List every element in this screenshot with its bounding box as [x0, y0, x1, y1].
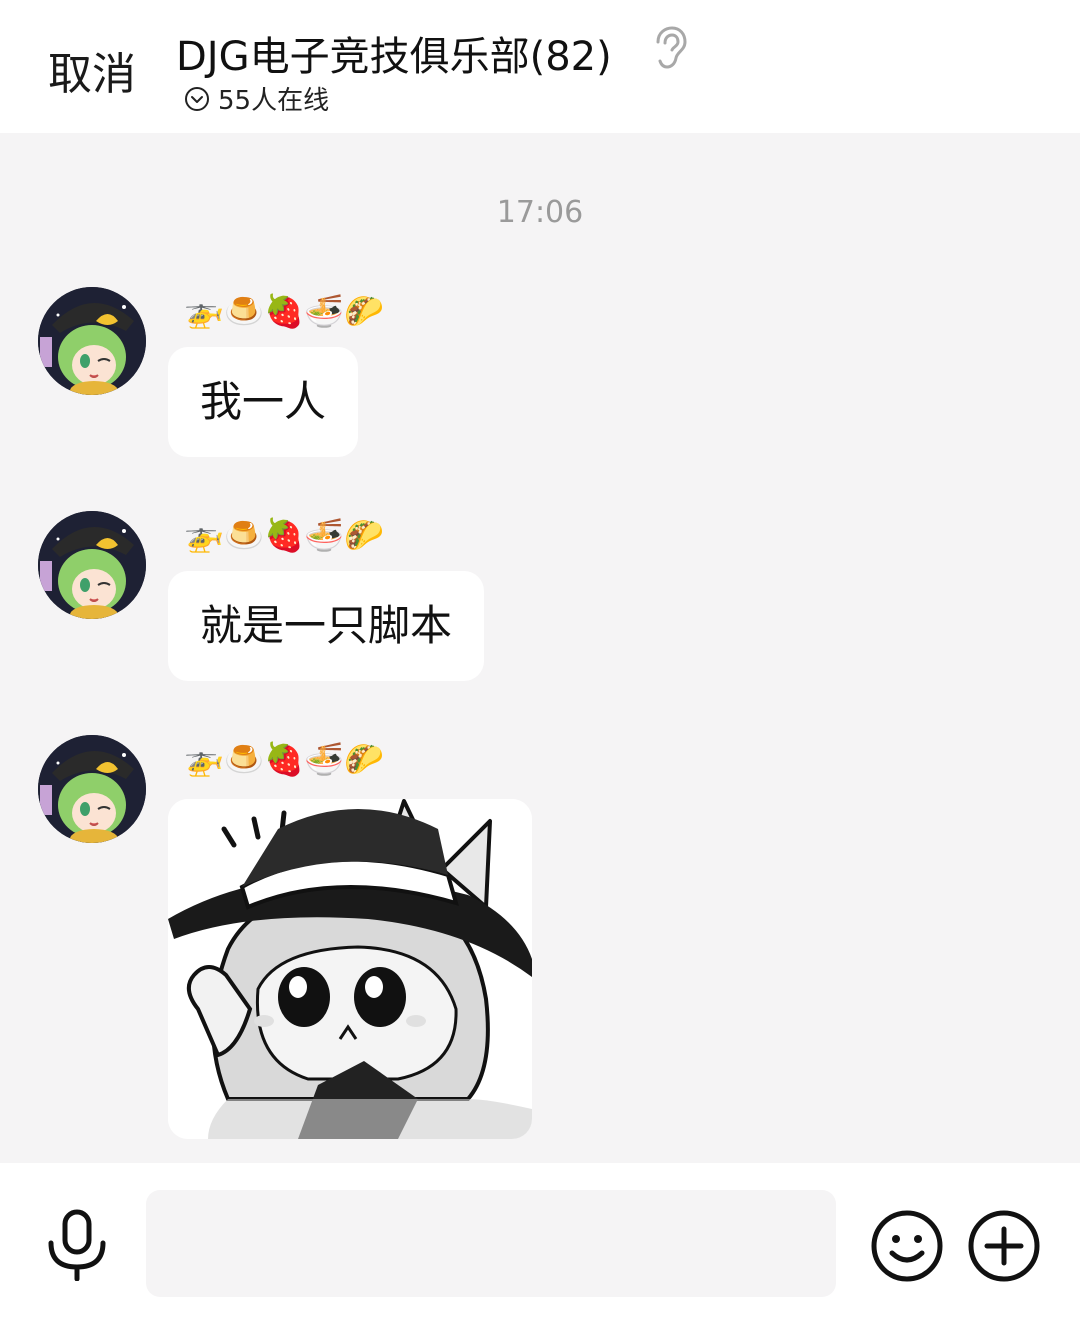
avatar[interactable] [38, 511, 146, 619]
helicopter-emoji: 🚁 [184, 516, 224, 554]
online-count: 55人在线 [218, 86, 330, 116]
noodle-emoji: 🍜 [304, 516, 344, 554]
helicopter-emoji: 🚁 [184, 740, 224, 778]
noodle-emoji: 🍜 [304, 292, 344, 330]
cancel-button[interactable]: 取消 [48, 38, 136, 102]
group-title[interactable]: DJG电子竞技俱乐部(82) [176, 24, 612, 82]
message-timestamp: 17:06 [496, 195, 584, 230]
noodle-emoji: 🍜 [304, 740, 344, 778]
sender-nickname[interactable]: 🚁 🍮 🍓 🍜 🌮 [184, 515, 384, 555]
avatar[interactable] [38, 735, 146, 843]
message-bubble[interactable]: 我一人 [168, 347, 359, 457]
microphone-icon[interactable] [46, 1209, 108, 1281]
chat-header: 取消 DJG电子竞技俱乐部(82) 55人在线 [0, 0, 1080, 133]
ear-icon[interactable] [650, 26, 690, 70]
sender-nickname[interactable]: 🚁 🍮 🍓 🍜 🌮 [184, 739, 384, 779]
strawberry-emoji: 🍓 [264, 740, 304, 778]
message-list[interactable]: 17:06 🚁 🍮 🍓 🍜 🌮 我一人 🚁 🍮 🍓 🍜 🌮 就是一只脚本 🚁 🍮… [0, 133, 1080, 1163]
message-input[interactable] [146, 1190, 836, 1297]
emoji-icon[interactable] [870, 1209, 944, 1283]
strawberry-emoji: 🍓 [264, 292, 304, 330]
avatar[interactable] [38, 287, 146, 395]
strawberry-emoji: 🍓 [264, 516, 304, 554]
sticker-image[interactable] [168, 799, 532, 1139]
taco-emoji: 🌮 [344, 516, 384, 554]
online-status[interactable]: 55人在线 [184, 80, 329, 117]
plus-icon[interactable] [967, 1209, 1041, 1283]
custard-emoji: 🍮 [224, 740, 264, 778]
sender-nickname[interactable]: 🚁 🍮 🍓 🍜 🌮 [184, 291, 384, 331]
custard-emoji: 🍮 [224, 292, 264, 330]
taco-emoji: 🌮 [344, 292, 384, 330]
taco-emoji: 🌮 [344, 740, 384, 778]
message-bubble[interactable]: 就是一只脚本 [168, 571, 485, 681]
input-bar [0, 1163, 1080, 1325]
chevron-down-circle-icon [185, 86, 209, 111]
custard-emoji: 🍮 [224, 516, 264, 554]
helicopter-emoji: 🚁 [184, 292, 224, 330]
